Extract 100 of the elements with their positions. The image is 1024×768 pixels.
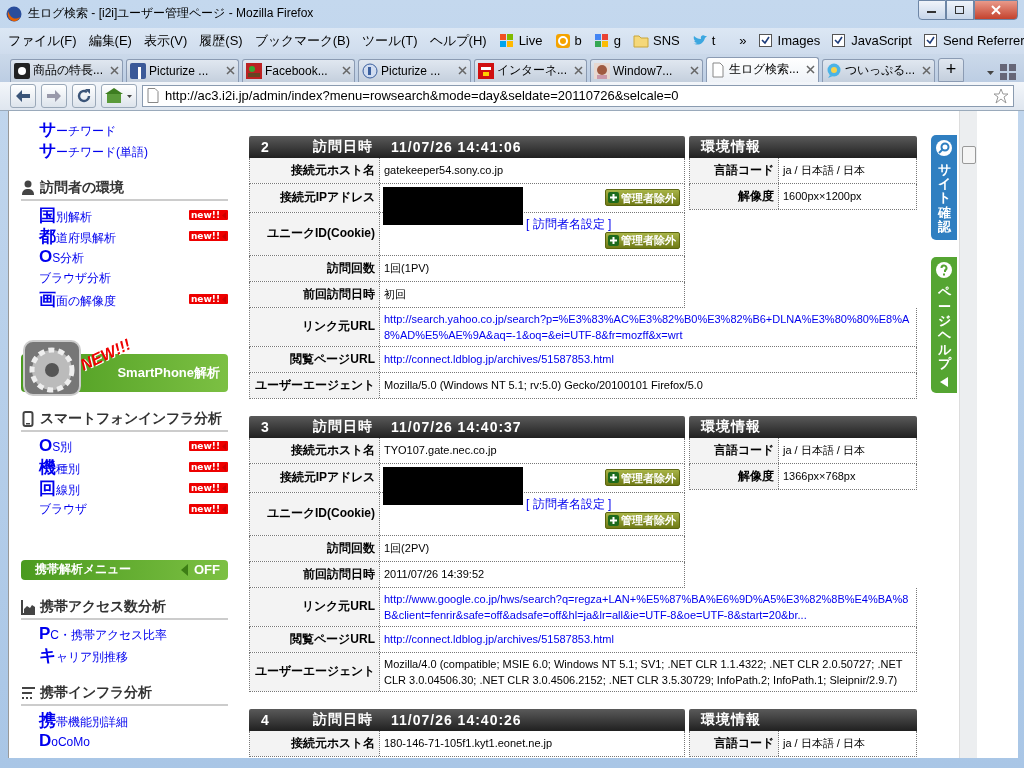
sidebar-link[interactable]: ブラウザ	[39, 500, 87, 518]
env-header: 環境情報	[689, 135, 917, 158]
row-label: リンク元URL	[302, 318, 375, 336]
maximize-button[interactable]	[946, 0, 974, 20]
toggle-label: JavaScript	[851, 33, 912, 49]
visit-header: 3 訪問日時 11/07/26 14:40:37	[249, 415, 685, 438]
cell-value: 1回(1PV)	[384, 261, 430, 277]
menu-item[interactable]: ファイル(F)	[8, 31, 77, 50]
menu-item[interactable]: 表示(V)	[143, 31, 188, 50]
toggle-label: Send Referrer	[942, 33, 1024, 49]
row-label: ユニークID(Cookie)	[267, 505, 375, 523]
forward-button[interactable]	[41, 83, 67, 108]
sidebar-link[interactable]: サーチワード	[39, 117, 116, 141]
row-label: 訪問回数	[327, 539, 375, 557]
close-icon[interactable]	[342, 66, 351, 76]
close-icon[interactable]	[806, 65, 815, 75]
row-label: 言語コード	[714, 734, 774, 752]
close-icon[interactable]	[458, 66, 467, 76]
close-button[interactable]	[974, 0, 1018, 20]
menu-item[interactable]: ツール(T)	[362, 31, 418, 50]
overflow-chevron[interactable]: »	[739, 33, 747, 49]
star-icon[interactable]	[993, 87, 1009, 104]
grid-icon[interactable]	[998, 61, 1018, 82]
menu-item[interactable]: 履歴(S)	[199, 31, 243, 50]
env-header: 環境情報	[689, 708, 917, 731]
bookmark-item[interactable]: b	[574, 33, 582, 49]
close-icon[interactable]	[110, 66, 119, 76]
browser-tab[interactable]: Facebook...	[242, 58, 355, 82]
row-label: 解像度	[738, 187, 774, 205]
browser-tab[interactable]: 生ログ検索...	[706, 56, 819, 82]
home-button[interactable]	[101, 83, 137, 108]
back-button[interactable]	[10, 83, 36, 108]
sidebar-link[interactable]: サーチワード(単語)	[39, 138, 148, 162]
row-label: ユニークID(Cookie)	[267, 225, 375, 243]
browser-tab[interactable]: 商品の特長...	[10, 58, 123, 82]
sidebar-link[interactable]: OS分析	[39, 247, 85, 268]
close-icon	[991, 5, 1001, 15]
menu-item[interactable]: ブックマーク(B)	[254, 31, 350, 50]
sidebar-link[interactable]: 携帯機能別詳細	[39, 708, 128, 732]
sidebar-link[interactable]: ブラウザ分析	[39, 269, 111, 287]
browser-tab[interactable]: Picturize ...	[126, 58, 239, 82]
url-link[interactable]: http://connect.ldblog.jp/archives/51587853.html	[384, 631, 614, 648]
reload-button[interactable]	[72, 83, 96, 108]
sidebar-link[interactable]: 画面の解像度	[39, 287, 116, 311]
close-icon[interactable]	[922, 66, 931, 76]
row-label: 前回訪問日時	[303, 565, 375, 583]
bookmark-item[interactable]: Live	[518, 33, 543, 49]
site-icon	[246, 62, 262, 79]
bookmark-item[interactable]: g	[613, 33, 621, 49]
close-icon[interactable]	[226, 66, 235, 76]
side-tab[interactable]: サイト確認	[931, 134, 957, 241]
address-field[interactable]: http://ac3.i2i.jp/admin/index?menu=rowsearch&mode=day&seldate=20110726&selcale=0	[142, 84, 1014, 107]
bookmark-item[interactable]: SNS	[652, 33, 680, 49]
row-label: 閲覧ページURL	[290, 350, 375, 368]
forward-arrow-icon	[45, 87, 63, 104]
sidebar-link[interactable]: PC・携帯アクセス比率	[39, 624, 167, 645]
sidebar-link[interactable]: DoCoMo	[39, 731, 90, 752]
row-label: 接続元IPアドレス	[279, 469, 375, 487]
cell-value: ja / 日本語 / 日本	[783, 163, 865, 179]
visitor-name-link[interactable]: [ 訪問者名設定 ]	[526, 216, 612, 231]
sidebar-link[interactable]: 機種別	[39, 455, 80, 479]
bookmark-item[interactable]: t	[711, 33, 716, 49]
browser-tab[interactable]: ついっぷる...	[822, 58, 935, 82]
page-icon	[147, 88, 159, 104]
visitor-name-link[interactable]: [ 訪問者名設定 ]	[526, 496, 612, 511]
scrollbar[interactable]	[959, 110, 977, 758]
browser-tab[interactable]: Window7...	[590, 58, 703, 82]
phone-icon	[21, 410, 36, 427]
row-label: 閲覧ページURL	[290, 630, 375, 648]
tiles-icon	[593, 32, 610, 49]
plus-icon	[608, 472, 619, 484]
site-icon	[478, 62, 494, 79]
url-link[interactable]: http://www.google.co.jp/hws/search?q=regza+LAN+%E5%87%BA%E6%9D%A5%E3%82%8B%E4%BA%8B&client=fenrir&safe=off&adsafe=off&hl=ja&lr=all&ie=UTF-8&oe=UTF-8&start=20&br...	[384, 590, 912, 623]
section-heading: 携帯インフラ分析	[40, 683, 152, 702]
minimize-button[interactable]	[918, 0, 946, 20]
menu-item[interactable]: ヘルプ(H)	[429, 31, 487, 50]
cell-value: gatekeeper54.sony.co.jp	[384, 163, 504, 179]
sidebar-link[interactable]: 都道府県解析	[39, 224, 116, 248]
sidebar-link[interactable]: 国別解析	[39, 203, 92, 227]
sidebar-link[interactable]: OS別	[39, 436, 73, 457]
cell-value: 1366px×768px	[783, 469, 856, 485]
url-link[interactable]: http://connect.ldblog.jp/archives/51587853.html	[384, 351, 614, 368]
sidebar-link[interactable]: キャリア別推移	[39, 643, 128, 667]
new-badge: new!!	[188, 294, 228, 305]
sidebar-link[interactable]: 回線別	[39, 476, 80, 500]
checkbox[interactable]	[832, 34, 846, 48]
checkbox[interactable]	[758, 34, 772, 48]
browser-tab[interactable]: Picturize ...	[358, 58, 471, 82]
url-link[interactable]: http://search.yahoo.co.jp/search?p=%E3%83%AC%E3%82%B0%E3%82%B6+DLNA%E3%80%80%E8%A8%AD%E5%AE%9A&aq=-1&oq=&ei=UTF-8&fr=mozff&x=wrt	[384, 310, 912, 343]
menu-item[interactable]: 編集(E)	[88, 31, 132, 50]
window-title: 生ログ検索 - [i2i]ユーザー管理ページ - Mozilla Firefox	[28, 5, 315, 23]
browser-tab[interactable]: インターネ...	[474, 58, 587, 82]
section-heading: 訪問者の環境	[40, 178, 124, 197]
checkbox[interactable]	[923, 34, 937, 48]
close-icon[interactable]	[574, 66, 583, 76]
person-icon	[21, 179, 36, 196]
row-label: 訪問回数	[327, 259, 375, 277]
new-badge: new!!	[188, 504, 228, 515]
close-icon[interactable]	[690, 66, 699, 76]
new-tab-button[interactable]: +	[938, 57, 964, 82]
